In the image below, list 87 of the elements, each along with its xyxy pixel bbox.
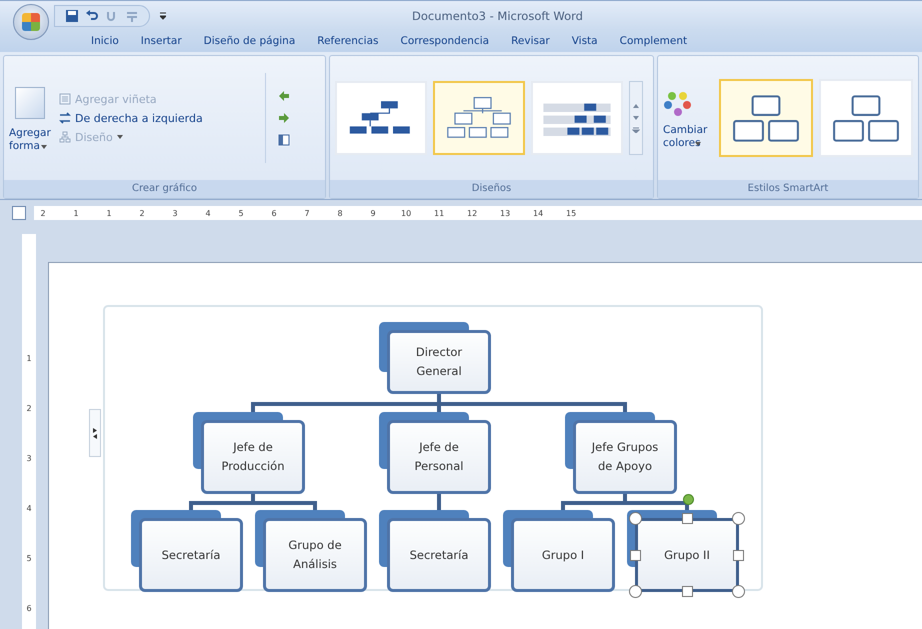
scroll-up-icon[interactable]	[632, 103, 640, 109]
node-label: Grupo II	[635, 518, 739, 592]
node-label: Jefe de Personal	[387, 420, 491, 494]
ruler-number: 2	[39, 208, 47, 218]
ruler-number: 14	[533, 208, 543, 218]
bullet-list-icon	[59, 93, 71, 105]
group-label: Estilos SmartArt	[658, 180, 918, 198]
change-colors-button[interactable]: Cambiar colores	[663, 90, 713, 146]
ruler-number: 11	[434, 208, 444, 218]
ribbon-tab[interactable]: Vista	[560, 33, 609, 49]
ruler-number: 10	[401, 208, 411, 218]
resize-handle[interactable]	[682, 586, 693, 597]
org-chart-node[interactable]: Director General	[379, 322, 491, 394]
ruler-number: 3	[26, 454, 32, 464]
group-label: Crear gráfico	[4, 180, 326, 198]
command-button[interactable]: De derecha a izquierda	[59, 112, 259, 124]
org-chart-node[interactable]: Secretaría	[131, 510, 243, 592]
ribbon-tab[interactable]: Diseño de página	[192, 33, 306, 49]
node-label: Grupo I	[511, 518, 615, 592]
resize-handle[interactable]	[629, 585, 642, 598]
text-pane-toggle[interactable]	[89, 409, 101, 457]
ruler-number: 5	[237, 208, 245, 218]
ruler-number: 13	[500, 208, 510, 218]
ruler-number: 15	[566, 208, 576, 218]
node-label: Secretaría	[387, 518, 491, 592]
node-label: Director General	[387, 330, 491, 394]
ruler-number: 12	[467, 208, 477, 218]
resize-handle[interactable]	[732, 512, 745, 525]
ruler-number: 6	[26, 604, 32, 614]
ribbon-tab[interactable]: Referencias	[306, 33, 390, 49]
undo-icon[interactable]	[85, 8, 99, 22]
ruler-number: 4	[26, 504, 32, 514]
ruler-number: 4	[204, 208, 212, 218]
ribbon-tab[interactable]: Revisar	[500, 33, 561, 49]
ribbon-tab[interactable]: Complement	[608, 33, 698, 49]
ruler-number: 3	[171, 208, 179, 218]
save-icon[interactable]	[65, 8, 79, 22]
caret-icon	[695, 142, 701, 146]
ribbon-tab[interactable]: Correspondencia	[390, 33, 500, 49]
tab-stop-selector[interactable]	[12, 206, 26, 220]
gallery-scrollbar[interactable]	[629, 81, 644, 155]
org-chart-node[interactable]: Grupo I	[503, 510, 615, 592]
ruler-number: 8	[336, 208, 344, 218]
resize-handle[interactable]	[682, 513, 693, 524]
layout-icon	[59, 131, 71, 143]
window-title: Documento3 - Microsoft Word	[412, 8, 583, 22]
resize-handle[interactable]	[732, 585, 745, 598]
ruler-number: 6	[270, 208, 278, 218]
ruler-number: 1	[72, 208, 80, 218]
node-label: Secretaría	[139, 518, 243, 592]
swap-arrows-icon	[59, 112, 71, 124]
promote-arrow-icon[interactable]	[278, 90, 290, 102]
group-label: Diseños	[330, 180, 653, 198]
scroll-down-icon[interactable]	[632, 115, 640, 121]
caret-icon	[116, 135, 123, 139]
color-dots-icon	[663, 90, 693, 118]
org-chart-node[interactable]: Jefe de Producción	[193, 412, 305, 494]
text-pane-icon[interactable]	[278, 134, 290, 146]
more-icon[interactable]	[632, 127, 640, 133]
style-option[interactable]	[719, 79, 813, 157]
ribbon-tab[interactable]: Inicio	[80, 33, 130, 49]
caret-icon	[41, 145, 47, 149]
resize-handle[interactable]	[733, 550, 744, 561]
org-chart-node[interactable]: Grupo II	[627, 510, 739, 592]
shape-icon	[15, 87, 45, 119]
ribbon-tab[interactable]: Insertar	[130, 33, 193, 49]
node-label: Jefe de Producción	[201, 420, 305, 494]
ruler-number: 5	[26, 554, 32, 564]
ruler-number: 7	[303, 208, 311, 218]
ruler-number: 1	[105, 208, 113, 218]
org-chart-node[interactable]: Jefe de Personal	[379, 412, 491, 494]
add-shape-button[interactable]: Agregar forma	[9, 87, 53, 149]
arrows-icon	[92, 426, 98, 440]
node-label: Grupo de Análisis	[263, 518, 367, 592]
node-label: Jefe Grupos de Apoyo	[573, 420, 677, 494]
resize-handle[interactable]	[630, 550, 641, 561]
org-chart-node[interactable]: Jefe Grupos de Apoyo	[565, 412, 677, 494]
ruler-number: 9	[369, 208, 377, 218]
org-chart-node[interactable]: Grupo de Análisis	[255, 510, 367, 592]
ruler-number: 2	[26, 404, 32, 414]
rotate-handle[interactable]	[683, 494, 694, 505]
layout-option[interactable]	[433, 81, 526, 155]
org-chart-node[interactable]: Secretaría	[379, 510, 491, 592]
customize-caret-icon[interactable]	[160, 12, 166, 20]
ruler-number: 1	[26, 354, 32, 364]
ruler-number: 2	[138, 208, 146, 218]
demote-arrow-icon[interactable]	[278, 112, 290, 124]
